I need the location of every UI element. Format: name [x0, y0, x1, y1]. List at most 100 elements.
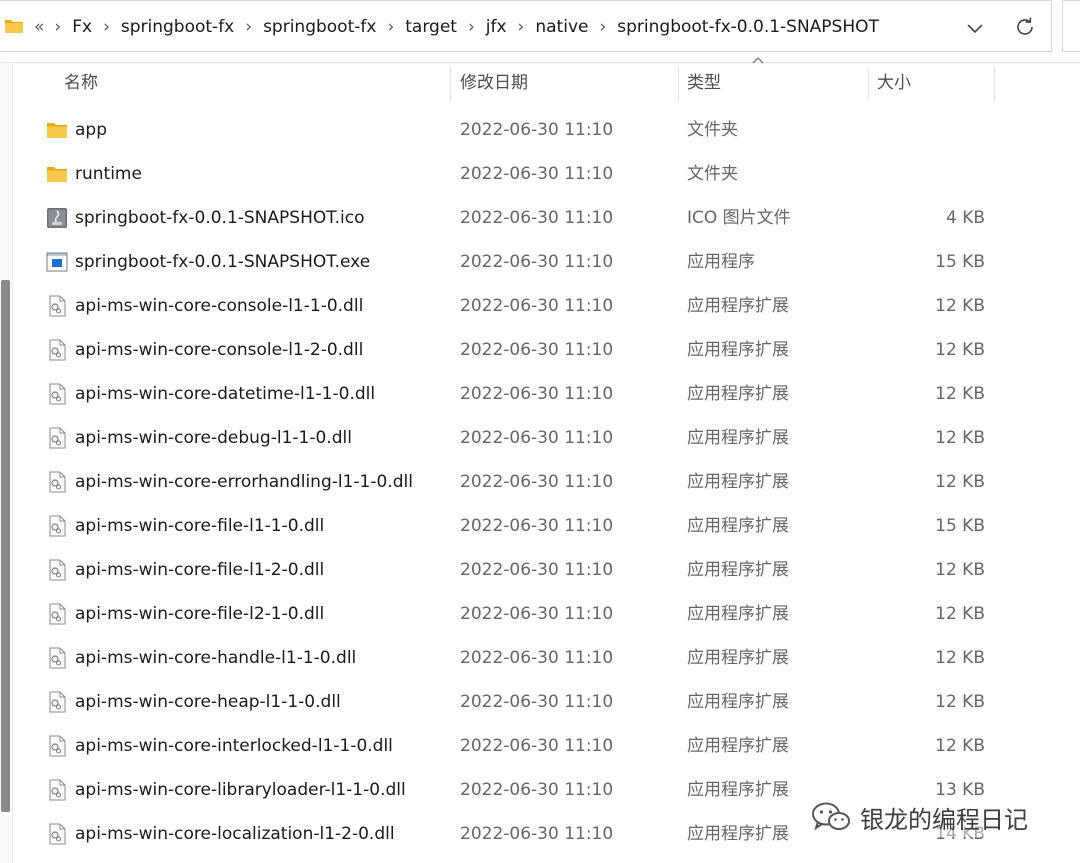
file-row[interactable]: api-ms-win-core-debug-l1-1-0.dll 2022-06-… [13, 416, 1080, 460]
file-size: 12 KB [935, 296, 985, 316]
file-row[interactable]: springboot-fx-0.0.1-SNAPSHOT.exe 2022-06-… [13, 240, 1080, 284]
file-size: 12 KB [935, 560, 985, 580]
file-size [869, 108, 985, 152]
file-type: 应用程序扩展 [687, 560, 789, 580]
file-modified-date: 2022-06-30 11:10 [460, 736, 614, 756]
file-row[interactable]: api-ms-win-core-handle-l1-1-0.dll 2022-06… [13, 636, 1080, 680]
file-modified-date: 2022-06-30 11:10 [460, 164, 614, 184]
file-modified-date: 2022-06-30 11:10 [460, 120, 614, 140]
file-row[interactable]: api-ms-win-core-heap-l1-1-0.dll 2022-06-3… [13, 680, 1080, 724]
file-size: 15 KB [935, 516, 985, 536]
dll-file-icon [46, 515, 68, 537]
file-modified-date: 2022-06-30 11:10 [460, 604, 614, 624]
dll-file-icon [46, 603, 68, 625]
address-bar[interactable]: « › Fx › springboot-fx › springboot-fx › target… [0, 0, 1052, 52]
breadcrumb-separator[interactable]: › [245, 17, 252, 37]
file-row[interactable]: api-ms-win-core-errorhandling-l1-1-0.dll… [13, 460, 1080, 504]
sort-ascending-icon [752, 57, 764, 64]
column-header-size[interactable]: 大小 [869, 63, 995, 103]
file-row[interactable]: api-ms-win-core-file-l2-1-0.dll 2022-06-3… [13, 592, 1080, 636]
breadcrumb: « › Fx › springboot-fx › springboot-fx › target… [34, 1, 879, 53]
column-header-type[interactable]: 类型 [679, 63, 869, 103]
breadcrumb-item[interactable]: springboot-fx [121, 17, 234, 37]
file-type: 文件夹 [687, 164, 738, 184]
file-size: 4 KB [945, 208, 985, 228]
folder-icon [5, 20, 23, 33]
file-size: 12 KB [935, 472, 985, 492]
column-header-date[interactable]: 修改日期 [451, 63, 679, 103]
column-header-name[interactable]: 名称 [13, 63, 451, 103]
breadcrumb-item[interactable]: springboot-fx [263, 17, 376, 37]
file-row[interactable]: api-ms-win-core-console-l1-2-0.dll 2022-0… [13, 328, 1080, 372]
file-name: springboot-fx-0.0.1-SNAPSHOT.exe [75, 252, 371, 272]
folder-icon [46, 163, 68, 185]
file-modified-date: 2022-06-30 11:10 [460, 516, 614, 536]
file-name: api-ms-win-core-localization-l1-2-0.dll [75, 824, 395, 844]
nav-scrollbar[interactable] [1, 280, 10, 812]
dll-file-icon [46, 559, 68, 581]
file-name: api-ms-win-core-libraryloader-l1-1-0.dll [75, 780, 406, 800]
file-modified-date: 2022-06-30 11:10 [460, 780, 614, 800]
file-name: api-ms-win-core-console-l1-1-0.dll [75, 296, 364, 316]
file-name: api-ms-win-core-errorhandling-l1-1-0.dll [75, 472, 413, 492]
file-name: api-ms-win-core-handle-l1-1-0.dll [75, 648, 357, 668]
file-modified-date: 2022-06-30 11:10 [460, 648, 614, 668]
divider [994, 67, 995, 101]
breadcrumb-item[interactable]: springboot-fx-0.0.1-SNAPSHOT [617, 17, 879, 37]
dll-file-icon [46, 823, 68, 845]
chevron-down-icon[interactable] [962, 17, 988, 39]
file-row[interactable]: runtime 2022-06-30 11:10 文件夹 [13, 152, 1080, 196]
breadcrumb-item[interactable]: jfx [486, 17, 507, 37]
file-name: springboot-fx-0.0.1-SNAPSHOT.ico [75, 208, 365, 228]
watermark-text: 银龙的编程日记 [860, 805, 1028, 834]
file-name: app [75, 120, 107, 140]
breadcrumb-item[interactable]: native [535, 17, 588, 37]
column-header-size-label: 大小 [877, 73, 911, 93]
file-type: 应用程序扩展 [687, 384, 789, 404]
file-modified-date: 2022-06-30 11:10 [460, 472, 614, 492]
folder-icon [46, 119, 68, 141]
file-type: 应用程序扩展 [687, 780, 789, 800]
breadcrumb-overflow-button[interactable]: « [34, 17, 44, 37]
file-name: runtime [75, 164, 142, 184]
refresh-icon[interactable] [1013, 15, 1037, 39]
breadcrumb-separator[interactable]: › [54, 17, 61, 37]
file-row[interactable]: api-ms-win-core-interlocked-l1-1-0.dll 20… [13, 724, 1080, 768]
wechat-icon [812, 802, 850, 831]
file-type: 应用程序扩展 [687, 824, 789, 844]
breadcrumb-item[interactable]: target [405, 17, 457, 37]
file-row[interactable]: api-ms-win-core-datetime-l1-1-0.dll 2022-… [13, 372, 1080, 416]
file-type: 应用程序扩展 [687, 736, 789, 756]
file-size [869, 152, 985, 196]
dll-file-icon [46, 295, 68, 317]
file-size: 12 KB [935, 428, 985, 448]
dll-file-icon [46, 647, 68, 669]
dll-file-icon [46, 427, 68, 449]
breadcrumb-separator[interactable]: › [387, 17, 394, 37]
file-type: 应用程序扩展 [687, 604, 789, 624]
breadcrumb-separator[interactable]: › [103, 17, 110, 37]
file-name: api-ms-win-core-file-l1-1-0.dll [75, 516, 325, 536]
file-type: 应用程序扩展 [687, 472, 789, 492]
file-row[interactable]: api-ms-win-core-file-l1-1-0.dll 2022-06-3… [13, 504, 1080, 548]
breadcrumb-item[interactable]: Fx [72, 17, 92, 37]
search-box[interactable] [1062, 0, 1080, 52]
file-name: api-ms-win-core-debug-l1-1-0.dll [75, 428, 352, 448]
file-type: 应用程序扩展 [687, 692, 789, 712]
application-icon [46, 251, 68, 273]
file-modified-date: 2022-06-30 11:10 [460, 824, 614, 844]
breadcrumb-separator[interactable]: › [599, 17, 606, 37]
breadcrumb-separator[interactable]: › [468, 17, 475, 37]
file-modified-date: 2022-06-30 11:10 [460, 384, 614, 404]
breadcrumb-separator[interactable]: › [518, 17, 525, 37]
file-row[interactable]: api-ms-win-core-console-l1-1-0.dll 2022-0… [13, 284, 1080, 328]
dll-file-icon [46, 471, 68, 493]
file-row[interactable]: api-ms-win-core-file-l1-2-0.dll 2022-06-3… [13, 548, 1080, 592]
file-row[interactable]: springboot-fx-0.0.1-SNAPSHOT.ico 2022-06-… [13, 196, 1080, 240]
file-row[interactable]: app 2022-06-30 11:10 文件夹 [13, 108, 1080, 152]
file-name: api-ms-win-core-interlocked-l1-1-0.dll [75, 736, 393, 756]
dll-file-icon [46, 691, 68, 713]
file-modified-date: 2022-06-30 11:10 [460, 208, 614, 228]
column-header-date-label: 修改日期 [460, 73, 528, 93]
file-type: 应用程序扩展 [687, 516, 789, 536]
